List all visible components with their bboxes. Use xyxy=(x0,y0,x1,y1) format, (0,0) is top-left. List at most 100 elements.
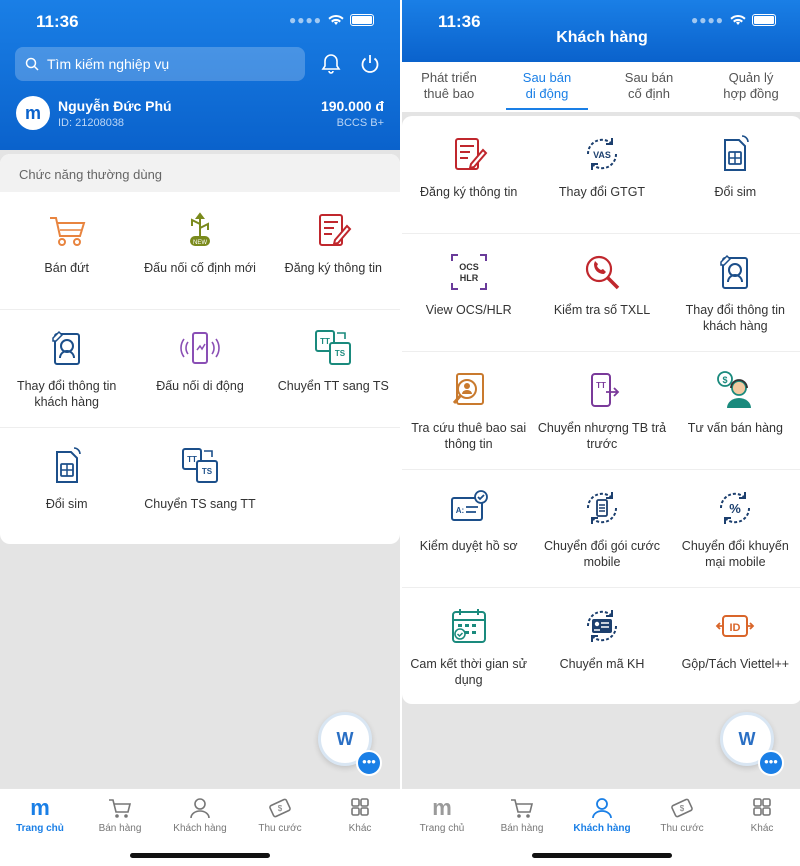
svg-text:%: % xyxy=(730,501,742,516)
function-chuyen-ma-kh[interactable]: Chuyển mã KH xyxy=(535,588,668,704)
function-thay-doi-thong-tin-kh[interactable]: Thay đổi thông tin khách hàng xyxy=(668,234,800,352)
function-tra-cuu-thue-bao[interactable]: Tra cứu thuê bao sai thông tin xyxy=(402,352,536,470)
notepad-pen-icon xyxy=(454,138,488,170)
function-cam-ket-thoi-gian[interactable]: Cam kết thời gian sử dụng xyxy=(402,588,535,704)
function-thay-doi-gtgt[interactable]: VAS Thay đổi GTGT xyxy=(535,116,669,234)
function-label: Tra cứu thuê bao sai thông tin xyxy=(411,421,527,451)
person-icon xyxy=(190,798,210,819)
nav-label: Trang chủ xyxy=(16,823,64,834)
function-label: Đấu nối cố định mới xyxy=(144,261,256,275)
svg-text:A:: A: xyxy=(455,506,463,515)
svg-text:ID: ID xyxy=(730,622,741,634)
cart-icon xyxy=(49,217,86,246)
page-title: Khách hàng xyxy=(556,29,648,46)
function-dau-noi-co-dinh-moi[interactable]: NEW Đấu nối cố định mới xyxy=(133,192,267,310)
function-chuyen-nhuong-tb[interactable]: TT Chuyển nhượng TB trả trước xyxy=(535,352,669,470)
function-kiem-tra-so-txll[interactable]: Kiểm tra số TXLL xyxy=(535,234,669,352)
function-label: Chuyển đổi khuyến mại mobile xyxy=(681,539,789,569)
tab-sau-ban-co-dinh[interactable]: Sau bán cố định xyxy=(598,62,700,112)
user-id: ID: 21208038 xyxy=(58,117,125,129)
home-screen: 11:36 ●●●● Tìm kiếm nghiệp vụ m Nguyễn Đ… xyxy=(0,0,400,866)
function-chuyen-doi-goi-cuoc[interactable]: Chuyển đổi gói cước mobile xyxy=(535,470,669,588)
chat-bot-button[interactable]: W ••• xyxy=(318,712,382,776)
tab-sau-ban-di-dong[interactable]: Sau bán di động xyxy=(496,62,598,112)
frequent-functions-card: Chức năng thường dùng Bán đứt NEW Đấu nố… xyxy=(0,154,400,544)
home-header: 11:36 ●●●● Tìm kiếm nghiệp vụ m Nguyễn Đ… xyxy=(0,0,400,150)
signal-icon: ●●●● xyxy=(289,13,322,27)
customer-header: 11:36 ●●●● Khách hàng xyxy=(402,0,800,62)
bell-icon[interactable] xyxy=(319,52,343,76)
status-bar: 11:36 ●●●● xyxy=(0,0,400,44)
nav-label: Thu cước xyxy=(258,823,302,834)
nav-home[interactable]: m Trang chủ xyxy=(402,789,482,866)
tab-bar: Phát triển thuê bao Sau bán di động Sau … xyxy=(402,62,800,112)
nav-home[interactable]: m Trang chủ xyxy=(0,789,80,866)
cart-icon xyxy=(511,799,534,818)
usb-new-icon: NEW xyxy=(189,212,210,246)
svg-text:m: m xyxy=(432,797,452,819)
svg-text:VAS: VAS xyxy=(593,150,611,160)
profile-search-icon xyxy=(452,373,484,405)
consultant-icon: $ xyxy=(717,371,752,408)
user-name: Nguyễn Đức Phú xyxy=(58,98,172,114)
tt-ts-icon: TT TS xyxy=(315,330,352,365)
function-thay-doi-thong-tin-kh[interactable]: Thay đổi thông tin khách hàng xyxy=(0,310,134,428)
chat-dots-icon: ••• xyxy=(356,750,382,776)
search-placeholder: Tìm kiếm nghiệp vụ xyxy=(47,56,170,72)
battery-icon xyxy=(752,14,776,26)
status-indicators: ●●●● xyxy=(289,13,374,27)
svg-text:m: m xyxy=(30,797,50,819)
power-icon[interactable] xyxy=(358,52,382,76)
function-label: Đổi sim xyxy=(45,497,88,511)
sim-icon xyxy=(55,447,81,483)
search-icon xyxy=(25,57,39,71)
id-switch-icon xyxy=(586,610,617,642)
status-indicators: ●●●● xyxy=(691,13,776,27)
profile-edit-icon xyxy=(51,330,80,365)
plan-label: BCCS B+ xyxy=(336,117,384,129)
sim-icon xyxy=(724,135,750,171)
nav-more[interactable]: Khác xyxy=(722,789,800,866)
function-label: Chuyển mã KH xyxy=(559,657,645,671)
function-tu-van-ban-hang[interactable]: $ Tư vấn bán hàng xyxy=(668,352,800,470)
svg-text:OCS: OCS xyxy=(459,262,479,272)
svg-text:TS: TS xyxy=(335,349,346,358)
tab-phat-trien-thue-bao[interactable]: Phát triển thuê bao xyxy=(402,62,496,112)
chat-bot-button[interactable]: W ••• xyxy=(720,712,784,776)
function-ban-dut[interactable]: Bán đứt xyxy=(0,192,134,310)
function-chuyen-doi-khuyen-mai[interactable]: % Chuyển đổi khuyến mại mobile xyxy=(668,470,800,588)
function-label: Gộp/Tách Viettel++ xyxy=(681,657,790,671)
function-view-ocs-hlr[interactable]: OCS HLR View OCS/HLR xyxy=(402,234,536,352)
function-dang-ky-thong-tin[interactable]: Đăng ký thông tin xyxy=(402,116,536,234)
svg-text:NEW: NEW xyxy=(193,240,207,246)
tab-quan-ly-hop-dong[interactable]: Quản lý hợp đồng xyxy=(700,62,800,112)
nav-label: Khách hàng xyxy=(573,823,631,834)
function-label: Tư vấn bán hàng xyxy=(687,421,783,435)
function-label: Thay đổi thông tin khách hàng xyxy=(16,379,117,409)
function-doi-sim[interactable]: Đổi sim xyxy=(668,116,800,234)
function-label: Cam kết thời gian sử dụng xyxy=(410,657,527,687)
avatar: m xyxy=(16,96,50,130)
profile-edit-icon xyxy=(720,254,749,289)
function-label: Đấu nối di động xyxy=(156,379,244,393)
function-chuyen-ts-sang-tt[interactable]: TT TS Chuyển TS sang TT xyxy=(133,428,266,544)
function-kiem-duyet-ho-so[interactable]: A: Kiểm duyệt hồ sơ xyxy=(402,470,536,588)
search-input[interactable]: Tìm kiếm nghiệp vụ xyxy=(15,47,305,81)
wifi-icon xyxy=(328,14,344,25)
function-dau-noi-di-dong[interactable]: Đấu nối di động xyxy=(133,310,267,428)
function-doi-sim[interactable]: Đổi sim xyxy=(0,428,133,544)
grid-icon xyxy=(351,798,369,816)
nav-more[interactable]: Khác xyxy=(320,789,400,866)
card-check-icon: A: xyxy=(450,490,488,521)
function-chuyen-tt-sang-ts[interactable]: TT TS Chuyển TT sang TS xyxy=(266,310,400,428)
user-info[interactable]: m Nguyễn Đức Phú ID: 21208038 190.000 đ … xyxy=(16,96,384,136)
function-gop-tach-viettel[interactable]: ID Gộp/Tách Viettel++ xyxy=(669,588,800,704)
function-label: Đăng ký thông tin xyxy=(284,261,382,275)
home-icon: m xyxy=(432,797,452,819)
nav-label: Trang chủ xyxy=(419,823,465,834)
signal-icon: ●●●● xyxy=(691,13,724,27)
function-dang-ky-thong-tin[interactable]: Đăng ký thông tin xyxy=(266,192,400,310)
function-label: Kiểm duyệt hồ sơ xyxy=(419,539,518,553)
ts-tt-icon: TT TS xyxy=(181,448,218,483)
nav-label: Bán hàng xyxy=(98,823,142,834)
